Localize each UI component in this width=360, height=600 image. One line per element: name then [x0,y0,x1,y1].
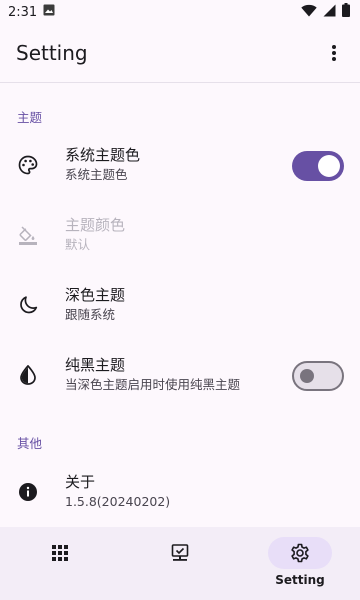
setting-subtitle: 当深色主题启用时使用纯黑主题 [65,377,241,392]
format-color-fill-icon [16,223,40,247]
status-bar: 2:31 [0,0,360,24]
setting-subtitle: 系统主题色 [65,167,128,182]
setting-subtitle: 默认 [65,237,91,252]
setting-title: 深色主题 [65,286,126,304]
nav-item-setting[interactable]: Setting [240,527,360,600]
setting-row-about[interactable]: 关于 1.5.8(20240202) [0,460,360,524]
pure-black-switch[interactable] [292,361,344,391]
nav-item-device[interactable] [120,527,240,600]
nav-indicator [268,537,332,569]
wifi-icon [301,4,317,21]
system-theme-color-switch[interactable] [292,151,344,181]
gear-icon [291,543,309,563]
nav-label-setting: Setting [275,573,325,587]
status-time: 2:31 [8,4,38,20]
setting-row-pure-black[interactable]: 纯黑主题 当深色主题启用时使用纯黑主题 [0,343,360,407]
setting-title: 关于 [65,473,96,491]
nav-indicator [148,537,212,569]
section-header-other: 其他 [17,436,43,451]
signal-icon [323,4,336,21]
setting-title: 主题颜色 [65,216,126,234]
gallery-notification-icon [43,4,55,20]
info-icon [16,480,40,504]
battery-icon [342,3,350,21]
setting-title: 系统主题色 [65,146,141,164]
contrast-icon [16,363,40,387]
setting-row-dark-theme[interactable]: 深色主题 跟随系统 [0,273,360,337]
switch-thumb [318,155,340,177]
more-options-button[interactable] [322,41,346,65]
page-title: Setting [16,41,88,65]
app-bar: Setting [0,24,360,82]
nav-indicator [28,537,92,569]
moon-icon [16,293,40,317]
grid-icon [52,545,68,561]
palette-icon [16,153,40,177]
nav-item-apps[interactable] [0,527,120,600]
more-vert-icon [332,45,336,61]
computer-check-icon [171,544,189,561]
setting-subtitle: 1.5.8(20240202) [65,494,171,509]
switch-thumb [300,369,314,383]
setting-subtitle: 跟随系统 [65,307,116,322]
bottom-navigation-bar: Setting [0,527,360,600]
setting-title: 纯黑主题 [65,356,126,374]
section-header-theme: 主题 [17,110,43,125]
app-bar-divider [0,82,360,83]
setting-row-system-theme-color[interactable]: 系统主题色 系统主题色 [0,133,360,197]
setting-row-theme-color[interactable]: 主题颜色 默认 [0,203,360,267]
